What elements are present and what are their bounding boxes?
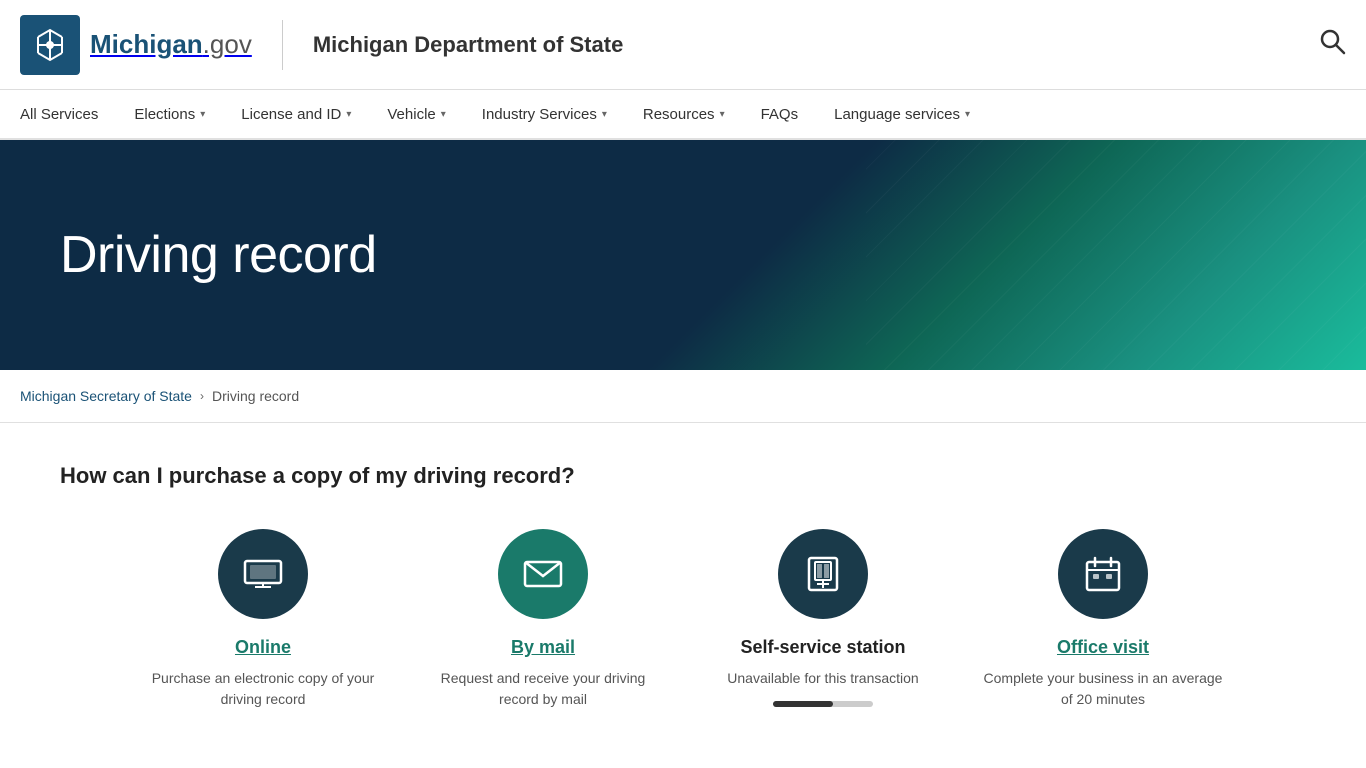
service-option-office-visit: Office visit Complete your business in a… [963, 529, 1243, 710]
service-option-online: Online Purchase an electronic copy of yo… [123, 529, 403, 710]
self-service-option-desc: Unavailable for this transaction [727, 668, 918, 689]
michigan-logo-text: Michigan.gov [90, 29, 252, 60]
nav-item-industry-services[interactable]: Industry Services ▾ [464, 90, 625, 138]
header-left: Michigan.gov Michigan Department of Stat… [20, 15, 623, 75]
department-name: Michigan Department of State [313, 32, 623, 58]
kiosk-icon [805, 556, 841, 592]
nav-item-language-services[interactable]: Language services ▾ [816, 90, 988, 138]
search-icon [1318, 27, 1346, 55]
mail-option-title[interactable]: By mail [511, 637, 575, 658]
chevron-down-icon: ▾ [720, 109, 725, 120]
chevron-down-icon: ▾ [602, 109, 607, 120]
nav-item-resources[interactable]: Resources ▾ [625, 90, 743, 138]
breadcrumb-current: Driving record [212, 388, 299, 404]
header-divider [282, 20, 283, 70]
main-content: How can I purchase a copy of my driving … [0, 423, 1366, 750]
chevron-down-icon: ▾ [965, 109, 970, 120]
service-option-by-mail: By mail Request and receive your driving… [403, 529, 683, 710]
mail-icon-circle [498, 529, 588, 619]
online-option-title[interactable]: Online [235, 637, 291, 658]
online-option-desc: Purchase an electronic copy of your driv… [143, 668, 383, 710]
nav-item-faqs[interactable]: FAQs [743, 90, 817, 138]
michigan-gov-logo[interactable]: Michigan.gov [20, 15, 252, 75]
self-service-option-title: Self-service station [740, 637, 905, 658]
nav-item-vehicle[interactable]: Vehicle ▾ [369, 90, 463, 138]
chevron-down-icon: ▾ [200, 109, 205, 120]
nav-item-elections[interactable]: Elections ▾ [116, 90, 223, 138]
calendar-icon-circle [1058, 529, 1148, 619]
service-option-self-service: Self-service station Unavailable for thi… [683, 529, 963, 710]
service-options: Online Purchase an electronic copy of yo… [60, 529, 1306, 710]
mail-icon [523, 560, 563, 588]
availability-indicator [773, 701, 873, 707]
office-visit-option-title[interactable]: Office visit [1057, 637, 1149, 658]
chevron-down-icon: ▾ [441, 109, 446, 120]
search-button[interactable] [1318, 27, 1346, 62]
hero-banner: Driving record [0, 140, 1366, 370]
nav-item-license-id[interactable]: License and ID ▾ [223, 90, 369, 138]
calendar-icon [1085, 556, 1121, 592]
breadcrumb-home-link[interactable]: Michigan Secretary of State [20, 388, 192, 404]
mail-option-desc: Request and receive your driving record … [423, 668, 663, 710]
office-visit-option-desc: Complete your business in an average of … [983, 668, 1223, 710]
kiosk-icon-circle [778, 529, 868, 619]
online-icon-circle [218, 529, 308, 619]
breadcrumb: Michigan Secretary of State › Driving re… [0, 370, 1366, 423]
michigan-logo-icon [20, 15, 80, 75]
page-title: Driving record [60, 225, 377, 285]
main-nav: All Services Elections ▾ License and ID … [0, 90, 1366, 140]
breadcrumb-separator: › [200, 389, 204, 403]
chevron-down-icon: ▾ [346, 109, 351, 120]
nav-item-all-services[interactable]: All Services [20, 90, 116, 138]
progress-bar-fill [773, 701, 833, 707]
monitor-icon [243, 559, 283, 589]
section-title: How can I purchase a copy of my driving … [60, 463, 1306, 489]
site-header: Michigan.gov Michigan Department of Stat… [0, 0, 1366, 90]
